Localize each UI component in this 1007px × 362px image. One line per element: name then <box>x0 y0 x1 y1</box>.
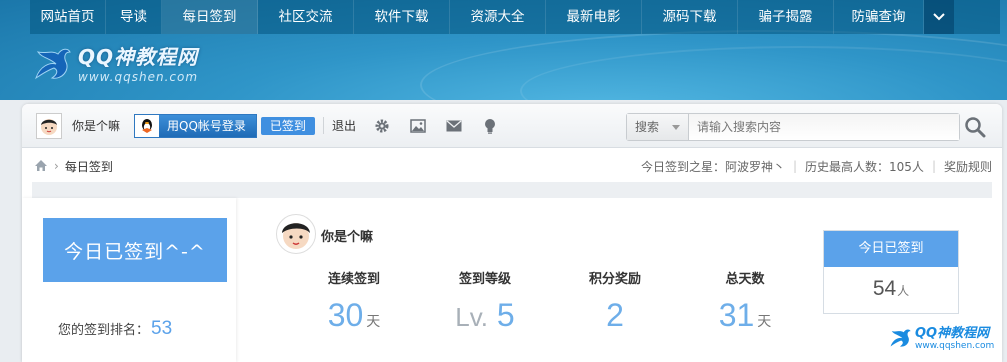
nav-item-community[interactable]: 社区交流 <box>258 0 354 34</box>
mail-icon[interactable] <box>444 116 464 136</box>
home-icon[interactable] <box>34 159 48 173</box>
divider: | <box>931 159 936 173</box>
star-of-day[interactable]: 今日签到之星：阿波罗神丶 <box>641 158 785 175</box>
chevron-right-icon: › <box>54 159 59 173</box>
user-name[interactable]: 你是个嘛 <box>321 226 373 245</box>
qq-penguin-icon <box>135 114 160 137</box>
chevron-down-icon <box>933 13 945 21</box>
stat-value: 30 <box>327 297 364 333</box>
rank-value: 53 <box>151 318 173 339</box>
stat-label: 总天数 <box>725 272 765 287</box>
logout-link[interactable]: 退出 <box>322 117 356 134</box>
checkin-info-bar: 今日签到之星：阿波罗神丶 | 历史最高人数：105人 | 奖励规则 <box>641 152 992 180</box>
qq-login-label: 用QQ帐号登录 <box>167 119 246 133</box>
avatar-face-icon <box>41 118 57 135</box>
gear-icon[interactable] <box>372 116 392 136</box>
toolbar-username[interactable]: 你是个嘛 <box>72 117 120 134</box>
nav-item-home[interactable]: 网站首页 <box>30 0 106 34</box>
search-category-select[interactable]: 搜索 <box>627 114 689 140</box>
site-logo[interactable]: QQ神教程网 www.qqshen.com <box>30 38 198 86</box>
signed-in-button[interactable]: 已签到 <box>260 116 315 135</box>
nav-item-scam-exposure[interactable]: 骗子揭露 <box>738 0 834 34</box>
qq-login-button[interactable]: 用QQ帐号登录 <box>134 113 257 138</box>
dragon-logo-icon <box>890 328 911 347</box>
sign-rank: 您的签到排名： 53 <box>58 318 172 340</box>
stat-label: 签到等级 <box>458 272 511 287</box>
nav-item-scam-check[interactable]: 防骗查询 <box>834 0 924 34</box>
avatar[interactable] <box>276 214 316 254</box>
main-panel: 你是个嘛 用QQ帐号登录 已签到 退出 搜索 请输入搜索内容 › 每日签到 今日… <box>22 104 1002 362</box>
section-divider-band <box>32 182 992 198</box>
today-signed-count: 54 <box>872 277 897 300</box>
stat-total-days: 总天数 31 天 <box>690 268 800 339</box>
search-icon[interactable] <box>964 116 988 140</box>
stat-value: 5 <box>496 297 515 333</box>
today-signed-title: 今日已签到 <box>824 231 958 267</box>
avatar[interactable] <box>36 112 62 139</box>
today-signed-unit: 人 <box>897 284 910 298</box>
stat-value: 31 <box>718 297 755 333</box>
stat-unit: 天 <box>366 313 381 329</box>
nav-more-button[interactable] <box>924 0 954 34</box>
watermark-logo: QQ神教程网 www.qqshen.com <box>887 322 994 351</box>
divider: | <box>792 159 798 173</box>
stat-unit: 天 <box>757 313 772 329</box>
record-count: 历史最高人数：105人 <box>805 159 924 174</box>
search-box: 搜索 <box>626 113 960 141</box>
level-prefix: Lv. <box>455 302 489 332</box>
nav-item-source-code[interactable]: 源码下载 <box>642 0 738 34</box>
today-signed-box: 今日已签到 54人 <box>823 230 959 314</box>
nav-item-software[interactable]: 软件下载 <box>354 0 450 34</box>
stat-level: 签到等级 Lv. 5 <box>430 268 540 335</box>
watermark-name: QQ神教程网 <box>915 326 990 341</box>
breadcrumb-current[interactable]: 每日签到 <box>65 158 113 175</box>
stat-streak: 连续签到 30 天 <box>299 268 409 339</box>
rank-label: 您的签到排名： <box>58 323 150 338</box>
dragon-logo-icon <box>35 48 71 80</box>
bulb-icon[interactable] <box>480 116 500 136</box>
image-icon[interactable] <box>408 116 428 136</box>
reward-rules-link[interactable]: 奖励规则 <box>944 158 992 175</box>
stat-points: 积分奖励 2 <box>560 268 670 333</box>
user-toolbar: 你是个嘛 用QQ帐号登录 已签到 退出 搜索 请输入搜索内容 <box>22 104 1002 148</box>
watermark-url: www.qqshen.com <box>915 341 995 351</box>
stat-label: 连续签到 <box>327 272 380 287</box>
search-input[interactable] <box>689 114 959 140</box>
nav-item-checkin[interactable]: 每日签到 <box>162 0 258 34</box>
logo-name: QQ神教程网 <box>78 44 199 69</box>
logo-url: www.qqshen.com <box>78 69 199 84</box>
nav-item-resources[interactable]: 资源大全 <box>450 0 546 34</box>
nav-item-guide[interactable]: 导读 <box>106 0 162 34</box>
avatar-face-icon <box>282 223 310 249</box>
breadcrumb: › 每日签到 今日签到之星：阿波罗神丶 | 历史最高人数：105人 | 奖励规则 <box>22 152 1002 180</box>
main-nav: 网站首页 导读 每日签到 社区交流 软件下载 资源大全 最新电影 源码下载 骗子… <box>30 0 1000 34</box>
stat-label: 积分奖励 <box>588 272 641 287</box>
sign-status-box: 今日已签到^-^ 您的签到排名： 53 <box>22 198 236 362</box>
stat-value: 2 <box>606 297 624 333</box>
signed-status-banner: 今日已签到^-^ <box>43 218 227 282</box>
header-banner: 网站首页 导读 每日签到 社区交流 软件下载 资源大全 最新电影 源码下载 骗子… <box>0 0 1007 100</box>
nav-item-movies[interactable]: 最新电影 <box>546 0 642 34</box>
